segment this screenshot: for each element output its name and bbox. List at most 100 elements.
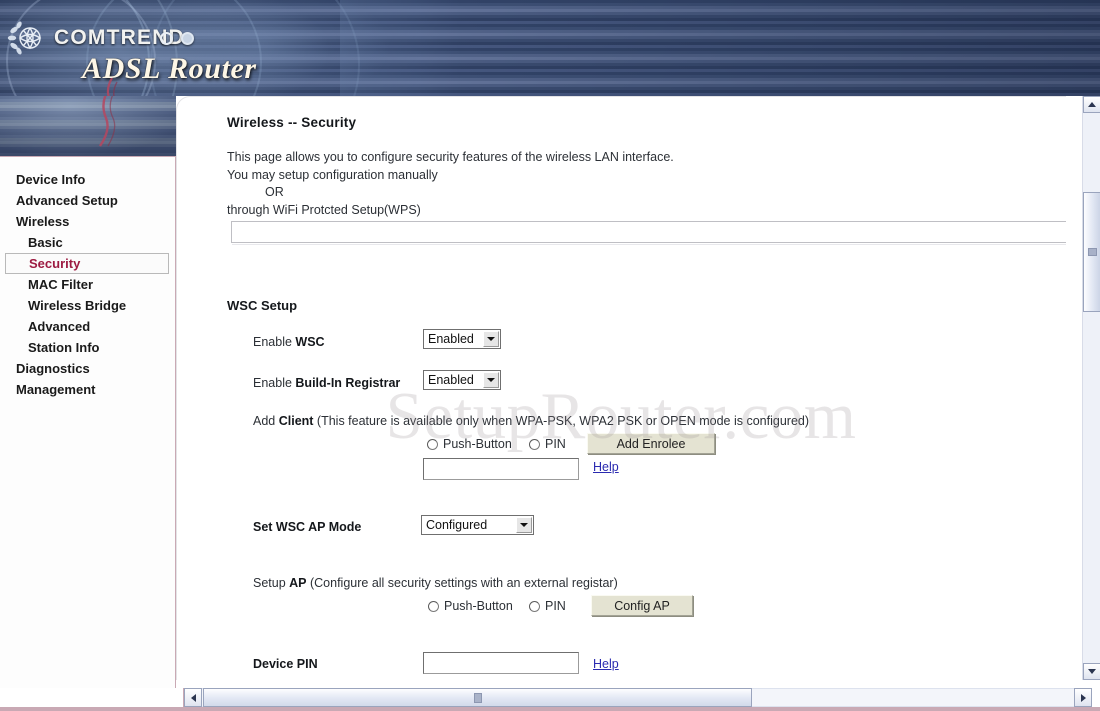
add-client-push-button-radio[interactable]: Push-Button [427, 437, 512, 451]
sidebar-item-wireless[interactable]: Wireless [0, 211, 175, 232]
add-client-pin-input[interactable] [423, 458, 579, 480]
sidebar-item-label: Advanced Setup [16, 193, 118, 208]
banner-lower-extension [0, 96, 176, 156]
device-pin-help-link[interactable]: Help [593, 657, 619, 671]
setup-ap-label-prefix: Setup [253, 576, 290, 590]
add-client-label-bold: Client [278, 414, 314, 428]
radio-circle-icon [529, 600, 540, 612]
setup-ap-pin-radio[interactable]: PIN [529, 599, 566, 613]
scroll-right-button[interactable] [1074, 688, 1092, 707]
enable-registrar-label: Enable Build-In Registrar [253, 376, 400, 390]
add-client-pin-label: PIN [545, 437, 566, 451]
arrow-down-icon [1088, 669, 1096, 674]
header-banner: COMTREND ADSL Router [0, 0, 1100, 96]
add-enrolee-button[interactable]: Add Enrolee [587, 433, 715, 454]
sidebar-item-wireless-bridge[interactable]: Wireless Bridge [0, 295, 175, 316]
router-admin-page: COMTREND ADSL Router Device Info Advanced… [0, 0, 1100, 711]
page-description: This page allows you to configure securi… [227, 149, 674, 219]
add-client-help-link[interactable]: Help [593, 460, 619, 474]
sidebar-item-advanced-setup[interactable]: Advanced Setup [0, 190, 175, 211]
chevron-down-icon[interactable] [483, 331, 499, 347]
setup-ap-pin-label: PIN [545, 599, 566, 613]
enable-registrar-label-bold: Build-In Registrar [295, 376, 401, 390]
scroll-left-button[interactable] [184, 688, 202, 707]
enable-registrar-select[interactable]: Enabled [423, 370, 501, 390]
scroll-down-button[interactable] [1083, 663, 1100, 680]
sidebar-item-label: Diagnostics [16, 361, 90, 376]
sidebar-item-station-info[interactable]: Station Info [0, 337, 175, 358]
sidebar-bottom-pad [0, 688, 184, 707]
bottom-border-strip [0, 707, 1100, 711]
add-client-label-prefix: Add [253, 414, 279, 428]
page-description-line-3: OR [265, 185, 284, 199]
enable-registrar-label-prefix: Enable [253, 376, 296, 390]
sidebar-item-label: Security [29, 256, 81, 271]
brand-dot-icon [160, 32, 173, 45]
enable-wsc-label-bold: WSC [295, 335, 325, 349]
page-title: Wireless -- Security [227, 115, 357, 130]
device-pin-label: Device PIN [253, 657, 318, 671]
enable-wsc-select[interactable]: Enabled [423, 329, 501, 349]
chevron-down-icon[interactable] [516, 517, 532, 533]
sidebar-item-label: MAC Filter [28, 277, 93, 292]
vertical-scrollbar[interactable] [1082, 96, 1100, 680]
sidebar-item-advanced[interactable]: Advanced [0, 316, 175, 337]
enable-wsc-value: Enabled [428, 332, 474, 346]
setup-ap-push-button-radio[interactable]: Push-Button [428, 599, 513, 613]
page-description-line-1: This page allows you to configure securi… [227, 150, 674, 164]
setup-ap-label-suffix: (Configure all security settings with an… [306, 576, 618, 590]
device-pin-input[interactable] [423, 652, 579, 674]
sidebar-item-label: Wireless Bridge [28, 298, 127, 313]
radio-circle-icon [428, 600, 439, 612]
section-divider-field [231, 221, 1066, 245]
sidebar-item-diagnostics[interactable]: Diagnostics [0, 358, 175, 379]
wsc-ap-mode-label: Set WSC AP Mode [253, 520, 362, 534]
enable-wsc-label-prefix: Enable [253, 335, 296, 349]
arrow-up-icon [1088, 102, 1096, 107]
scroll-grip-icon [473, 693, 482, 703]
setup-ap-push-button-label: Push-Button [444, 599, 513, 613]
red-accent-squiggle-icon [99, 96, 116, 147]
sidebar-item-label: Device Info [16, 172, 86, 187]
globe-flower-logo-icon [7, 21, 42, 55]
content-panel: Wireless -- Security This page allows yo… [176, 96, 1066, 680]
wsc-setup-section-title: WSC Setup [227, 298, 298, 313]
sidebar-navigation: Device Info Advanced Setup Wireless Basic Se… [0, 156, 176, 691]
horizontal-scrollbar[interactable] [184, 688, 1092, 707]
setup-ap-label-bold: AP [289, 576, 307, 590]
add-client-label: Add Client (This feature is available on… [253, 414, 809, 428]
sidebar-item-basic[interactable]: Basic [0, 232, 175, 253]
chevron-down-icon[interactable] [483, 372, 499, 388]
sidebar-item-label: Advanced [28, 319, 91, 334]
brand-dots-decoration [160, 32, 194, 45]
radio-circle-icon [427, 438, 438, 450]
enable-wsc-label: Enable WSC [253, 335, 325, 349]
add-client-label-suffix: (This feature is available only when WPA… [313, 414, 810, 428]
radio-circle-icon [529, 438, 540, 450]
vertical-scroll-thumb[interactable] [1083, 192, 1100, 312]
page-description-line-2: You may setup configuration manually [227, 167, 438, 182]
wsc-ap-mode-value: Configured [426, 518, 488, 532]
setup-ap-label: Setup AP (Configure all security setting… [253, 576, 618, 590]
arrow-left-icon [190, 693, 196, 702]
config-ap-button[interactable]: Config AP [591, 595, 693, 616]
sidebar-item-security[interactable]: Security [5, 253, 169, 274]
brand-product-name: ADSL Router [82, 52, 257, 85]
sidebar-item-label: Station Info [28, 340, 100, 355]
enable-registrar-value: Enabled [428, 373, 474, 387]
sidebar-item-mac-filter[interactable]: MAC Filter [0, 274, 175, 295]
scroll-grip-icon [1088, 248, 1097, 256]
sidebar-item-device-info[interactable]: Device Info [0, 169, 175, 190]
add-client-pin-radio[interactable]: PIN [529, 437, 566, 451]
horizontal-scroll-thumb[interactable] [203, 688, 752, 707]
wsc-ap-mode-select[interactable]: Configured [421, 515, 534, 535]
sidebar-item-management[interactable]: Management [0, 379, 175, 400]
brand-dot-icon [181, 32, 194, 45]
sidebar-item-label: Management [16, 382, 96, 397]
add-client-push-button-label: Push-Button [443, 437, 512, 451]
nav-list: Device Info Advanced Setup Wireless Basic Se… [0, 157, 175, 400]
arrow-right-icon [1080, 693, 1086, 702]
page-description-line-4: through WiFi Protcted Setup(WPS) [227, 202, 421, 217]
banner-highlight-fade [340, 0, 460, 96]
scroll-up-button[interactable] [1083, 96, 1100, 113]
